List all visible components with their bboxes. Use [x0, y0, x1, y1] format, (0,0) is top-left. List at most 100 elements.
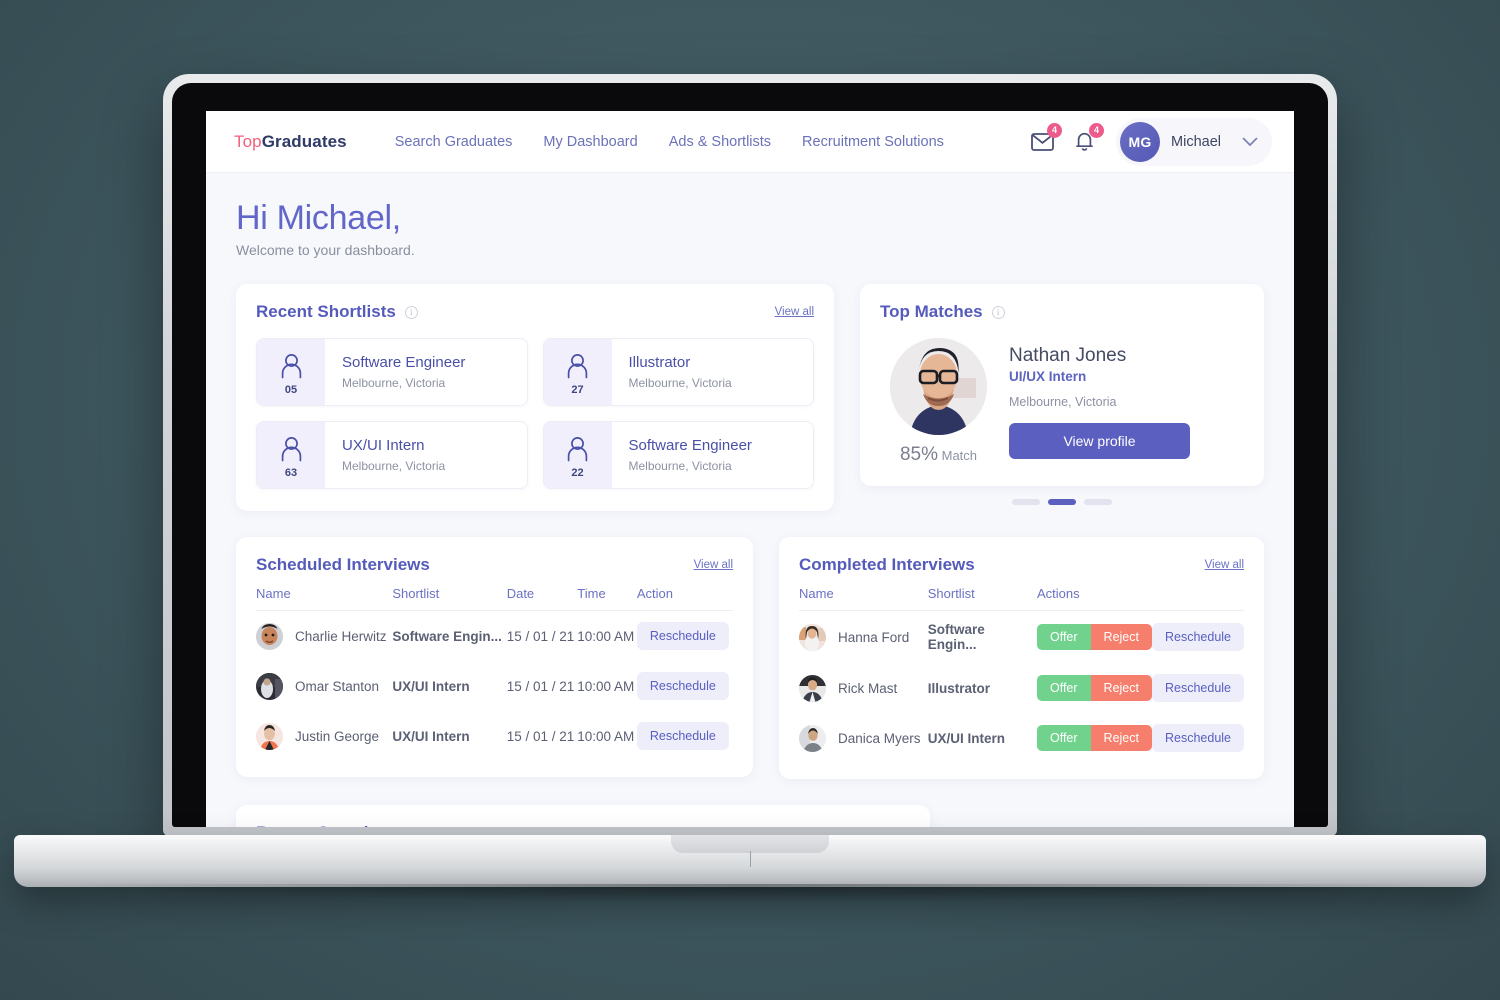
notifications-badge: 4	[1089, 122, 1105, 138]
carousel-dot[interactable]	[1012, 499, 1040, 505]
nav-item-my-dashboard[interactable]: My Dashboard	[543, 134, 637, 150]
reschedule-button[interactable]: Reschedule	[1151, 724, 1244, 752]
row-interviews: Scheduled Interviews View all Name Short…	[236, 537, 1264, 779]
user-menu[interactable]: MG Michael	[1116, 117, 1272, 166]
recent-shortlists-card: Recent Shortlists i View all 05 Software…	[236, 284, 834, 511]
candidate-name: Hanna Ford	[838, 629, 910, 645]
cell-name: Omar Stanton	[256, 661, 392, 711]
candidate-name: Rick Mast	[838, 680, 898, 696]
col-actions: Actions	[1036, 586, 1152, 611]
top-matches-card: Top Matches i 85% Match Nathan Jones UI/…	[860, 284, 1264, 486]
top-match-photo-block: 85% Match	[890, 338, 987, 466]
match-score: 85% Match	[900, 444, 977, 466]
messages-button[interactable]: 4	[1028, 122, 1063, 156]
dashboard-content: Hi Michael, Welcome to your dashboard. R…	[206, 173, 1294, 827]
person-avatar-icon	[256, 622, 283, 650]
cell-name: Charlie Herwitz	[256, 611, 392, 662]
cell-action: Reschedule	[636, 611, 733, 662]
nav-item-ads-shortlists[interactable]: Ads & Shortlists	[669, 134, 771, 150]
shortlist-count: 22	[571, 466, 584, 479]
person-avatar-icon	[799, 674, 826, 702]
greeting-heading: Hi Michael,	[236, 199, 401, 237]
table-header-row: Name Shortlist Date Time Action	[256, 586, 733, 611]
avatar	[256, 622, 283, 650]
completed-interviews-header: Completed Interviews View all	[799, 555, 1244, 575]
view-profile-button[interactable]: View profile	[1009, 423, 1190, 459]
table-row: Rick Mast Illustrator Offer Reject Resch…	[799, 663, 1244, 713]
shortlist-role: Software Engineer	[342, 354, 466, 371]
shortlist-info: Software Engineer Melbourne, Victoria	[612, 422, 752, 488]
recent-searches-header: Recent Searches View all	[256, 823, 910, 827]
shortlist-location: Melbourne, Victoria	[342, 459, 446, 473]
nav-item-search-graduates[interactable]: Search Graduates	[395, 134, 513, 150]
col-name: Name	[256, 586, 393, 611]
cell-name: Justin George	[256, 711, 392, 761]
info-icon[interactable]: i	[404, 305, 418, 319]
top-matches-header: Top Matches i	[880, 302, 1244, 322]
user-name-label: Michael	[1171, 133, 1221, 150]
cell-offer-reject: Offer Reject	[1036, 713, 1152, 763]
completed-view-all-link[interactable]: View all	[1205, 559, 1244, 571]
top-matches-title: Top Matches	[880, 302, 983, 321]
reschedule-button[interactable]: Reschedule	[636, 622, 729, 650]
avatar	[799, 674, 826, 702]
offer-button[interactable]: Offer	[1036, 725, 1091, 751]
reschedule-button[interactable]: Reschedule	[636, 722, 729, 750]
person-avatar-icon	[799, 623, 826, 651]
shortlist-role: UX/UI Intern	[342, 437, 425, 454]
cell-offer-reject: Offer Reject	[1036, 611, 1152, 664]
person-avatar-icon	[256, 722, 283, 750]
table-header-row: Name Shortlist Actions	[799, 586, 1244, 611]
shortlist-count: 05	[284, 383, 298, 396]
logo-top-text: Top	[234, 131, 262, 151]
recent-shortlists-header: Recent Shortlists i View all	[256, 302, 814, 322]
offer-button[interactable]: Offer	[1036, 624, 1091, 650]
reschedule-button[interactable]: Reschedule	[636, 672, 729, 700]
shortlist-card[interactable]: 22 Software Engineer Melbourne, Victoria	[542, 421, 814, 489]
cell-time: 10:00 AM	[577, 628, 635, 644]
cell-name: Danica Myers	[799, 713, 928, 763]
cell-date: 15 / 01 / 21	[506, 628, 575, 644]
reject-button[interactable]: Reject	[1090, 675, 1152, 701]
col-action: Action	[636, 586, 733, 611]
reschedule-button[interactable]: Reschedule	[1151, 674, 1244, 702]
cell-date: 15 / 01 / 21	[506, 678, 575, 694]
app-logo[interactable]: TopGraduates	[234, 132, 347, 152]
reschedule-button[interactable]: Reschedule	[1151, 623, 1244, 651]
shortlist-card[interactable]: 27 Illustrator Melbourne, Victoria	[542, 338, 814, 406]
candidate-portrait-icon	[890, 338, 987, 435]
shortlist-count-panel: 63	[257, 422, 325, 488]
reject-button[interactable]: Reject	[1090, 624, 1152, 650]
shortlist-grid: 05 Software Engineer Melbourne, Victoria	[256, 338, 814, 489]
candidate-role: UI/UX Intern	[1009, 369, 1087, 384]
shortlist-location: Melbourne, Victoria	[628, 459, 732, 473]
mail-badge: 4	[1047, 122, 1063, 138]
top-match-details: Nathan Jones UI/UX Intern Melbourne, Vic…	[1009, 345, 1190, 459]
reject-button[interactable]: Reject	[1090, 725, 1152, 751]
recent-searches-title: Recent Searches	[256, 823, 393, 827]
row-shortlists-matches: Recent Shortlists i View all 05 Software…	[236, 284, 1264, 511]
shortlists-view-all-link[interactable]: View all	[775, 306, 814, 318]
notifications-button[interactable]: 4	[1070, 122, 1105, 156]
info-icon[interactable]: i	[991, 305, 1005, 319]
cell-name: Hanna Ford	[799, 611, 928, 664]
shortlist-card[interactable]: 63 UX/UI Intern Melbourne, Victoria	[256, 421, 528, 489]
scheduled-view-all-link[interactable]: View all	[694, 559, 733, 571]
table-row: Danica Myers UX/UI Intern Offer Reject R…	[799, 713, 1244, 763]
shortlist-location: Melbourne, Victoria	[628, 376, 732, 390]
cell-action: Reschedule	[1151, 611, 1244, 664]
offer-button[interactable]: Offer	[1036, 675, 1091, 701]
carousel-dot-active[interactable]	[1048, 499, 1076, 505]
candidate-name: Nathan Jones	[1009, 345, 1127, 366]
carousel-dot[interactable]	[1084, 499, 1112, 505]
candidate-name: Charlie Herwitz	[295, 628, 387, 644]
nav-item-recruitment-solutions[interactable]: Recruitment Solutions	[802, 134, 944, 150]
chevron-down-icon	[1242, 137, 1258, 146]
person-icon	[281, 436, 301, 461]
shortlist-info: UX/UI Intern Melbourne, Victoria	[325, 422, 445, 488]
top-matches-wrap: Top Matches i 85% Match Nathan Jones UI/…	[860, 284, 1264, 505]
table-row: Charlie Herwitz Software Engin... 15 / 0…	[256, 611, 733, 662]
shortlist-card[interactable]: 05 Software Engineer Melbourne, Victoria	[256, 338, 528, 406]
completed-interviews-title: Completed Interviews	[799, 555, 975, 574]
person-avatar-icon	[799, 724, 826, 752]
